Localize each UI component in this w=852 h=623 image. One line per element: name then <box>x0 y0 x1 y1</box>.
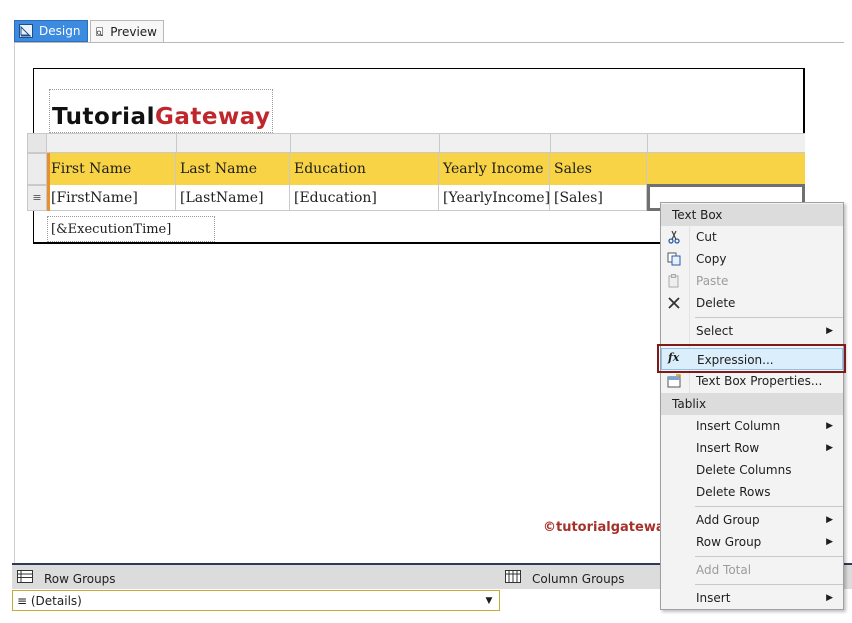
paste-icon <box>668 274 679 288</box>
header-cell-empty[interactable] <box>647 153 805 185</box>
menu-item-row-group[interactable]: Row Group ▶ <box>661 531 843 553</box>
column-handle-separator <box>176 133 177 153</box>
menu-item-paste[interactable]: Paste <box>661 270 843 292</box>
context-menu: Text Box Cut Copy Paste Delete Select ▶ <box>660 202 844 610</box>
menu-item-copy-label: Copy <box>696 252 727 266</box>
menu-separator <box>695 584 843 585</box>
menu-item-select-label: Select <box>696 324 734 338</box>
copy-icon <box>667 252 681 266</box>
logo-text-tutorial: Tutorial <box>52 104 155 130</box>
submenu-arrow-icon: ▶ <box>826 515 833 525</box>
menu-item-insert-label: Insert <box>696 591 731 605</box>
column-handle-separator <box>439 133 440 153</box>
column-handle-separator <box>647 133 648 153</box>
menu-item-insert-column[interactable]: Insert Column ▶ <box>661 415 843 437</box>
menu-separator <box>695 556 843 557</box>
menu-item-textbox-properties-label: Text Box Properties... <box>696 374 823 388</box>
menu-item-textbox-properties[interactable]: Text Box Properties... <box>661 370 843 392</box>
detail-row-handle[interactable]: ≡ <box>27 185 47 211</box>
row-groups-label: Row Groups <box>44 572 116 586</box>
menu-item-copy[interactable]: Copy <box>661 248 843 270</box>
detail-cell-yearly-income[interactable]: [YearlyIncome] <box>439 185 550 210</box>
delete-x-icon <box>668 297 680 309</box>
header-cell-education[interactable]: Education <box>290 153 439 185</box>
menu-item-insert[interactable]: Insert ▶ <box>661 587 843 609</box>
tab-divider <box>14 42 844 43</box>
menu-item-insert-row-label: Insert Row <box>696 441 760 455</box>
menu-item-insert-column-label: Insert Column <box>696 419 781 433</box>
menu-item-add-group[interactable]: Add Group ▶ <box>661 509 843 531</box>
tutorial-gateway-logo: TutorialGateway <box>52 104 271 130</box>
menu-item-select[interactable]: Select ▶ <box>661 320 843 342</box>
design-ruler-icon <box>19 24 33 38</box>
header-cell-last-name[interactable]: Last Name <box>176 153 290 185</box>
menu-item-delete-rows-label: Delete Rows <box>696 485 771 499</box>
header-cell-sales[interactable]: Sales <box>550 153 647 185</box>
menu-item-add-total[interactable]: Add Total <box>661 559 843 581</box>
tab-design-label: Design <box>39 24 81 38</box>
chevron-down-icon[interactable]: ▼ <box>481 593 497 608</box>
submenu-arrow-icon: ▶ <box>826 537 833 547</box>
submenu-arrow-icon: ▶ <box>826 593 833 603</box>
detail-cell-sales[interactable]: [Sales] <box>550 185 647 210</box>
tab-design[interactable]: Design <box>14 20 88 42</box>
menu-item-insert-row[interactable]: Insert Row ▶ <box>661 437 843 459</box>
menu-item-paste-label: Paste <box>696 274 729 288</box>
menu-item-delete-columns-label: Delete Columns <box>696 463 792 477</box>
submenu-arrow-icon: ▶ <box>826 443 833 453</box>
design-surface-edge <box>14 43 15 563</box>
properties-icon <box>667 374 681 388</box>
header-row-marker <box>47 153 50 185</box>
menu-item-delete-rows[interactable]: Delete Rows <box>661 481 843 503</box>
details-group-item[interactable]: ≡ (Details) ▼ <box>12 590 500 611</box>
menu-item-delete-columns[interactable]: Delete Columns <box>661 459 843 481</box>
tab-preview-label: Preview <box>110 24 157 39</box>
menu-separator <box>695 506 843 507</box>
column-groups-label: Column Groups <box>532 572 625 586</box>
submenu-arrow-icon: ▶ <box>826 326 833 336</box>
header-cell-first-name[interactable]: First Name <box>47 153 176 185</box>
menu-item-delete[interactable]: Delete <box>661 292 843 314</box>
menu-item-delete-label: Delete <box>696 296 736 310</box>
detail-cell-last-name[interactable]: [LastName] <box>176 185 290 210</box>
execution-time-textbox[interactable]: [&ExecutionTime] <box>47 216 215 242</box>
scissors-icon <box>668 230 680 244</box>
menu-item-add-group-label: Add Group <box>696 513 760 527</box>
preview-document-icon <box>96 26 103 36</box>
context-menu-section-textbox: Text Box <box>661 204 843 226</box>
menu-item-row-group-label: Row Group <box>696 535 762 549</box>
header-row-handle[interactable] <box>27 153 47 185</box>
row-groups-icon <box>17 570 33 583</box>
table-header-row: First Name Last Name Education Yearly In… <box>47 153 805 185</box>
menu-item-add-total-label: Add Total <box>696 563 752 577</box>
menu-separator <box>695 317 843 318</box>
logo-text-gateway: Gateway <box>154 104 271 130</box>
column-groups-icon <box>505 570 521 583</box>
detail-cell-education[interactable]: [Education] <box>290 185 439 210</box>
menu-item-cut-label: Cut <box>696 230 717 244</box>
context-menu-section-tablix: Tablix <box>661 393 843 415</box>
column-handle-separator <box>550 133 551 153</box>
header-cell-yearly-income[interactable]: Yearly Income <box>439 153 550 185</box>
expression-highlight-frame <box>657 344 846 373</box>
details-group-label: ≡ (Details) <box>17 594 82 608</box>
detail-row-marker <box>47 185 50 211</box>
tablix-corner-handle[interactable] <box>27 133 47 153</box>
tab-preview[interactable]: Preview <box>90 20 164 42</box>
column-handles[interactable] <box>47 133 805 153</box>
detail-cell-first-name[interactable]: [FirstName] <box>47 185 176 210</box>
submenu-arrow-icon: ▶ <box>826 421 833 431</box>
column-handle-separator <box>290 133 291 153</box>
menu-item-cut[interactable]: Cut <box>661 226 843 248</box>
